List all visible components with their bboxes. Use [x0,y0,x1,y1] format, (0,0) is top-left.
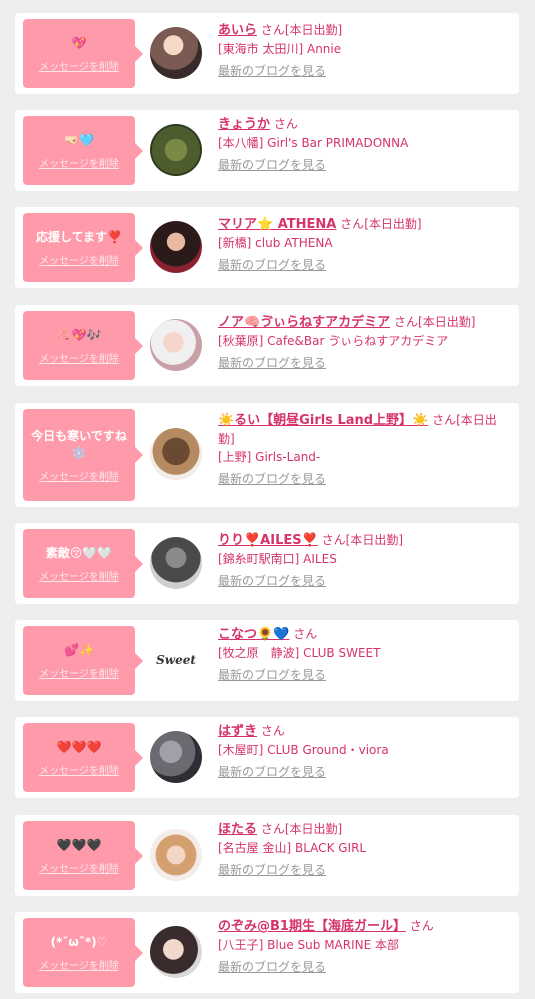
message-text: (*ˇωˇ*)♡ [50,934,108,949]
delete-message-link[interactable]: メッセージを削除 [39,252,119,267]
message-card: 応援してます❣️ メッセージを削除 マリア⭐ ATHENA さん[本日出勤] [… [15,207,519,288]
latest-blog-link[interactable]: 最新のブログを見る [218,256,513,274]
cast-name-link[interactable]: ☀️るい【朝昼Girls Land上野】☀️ [218,413,428,428]
san-label: さん [432,413,457,427]
delete-message-link[interactable]: メッセージを削除 [39,468,119,483]
shop-label: [新橋] club ATHENA [218,236,333,250]
message-text: 💕✨ [64,642,94,657]
message-bubble: 🤜🏻🩵 メッセージを削除 [23,116,143,185]
message-bubble: ❤️❤️❤️ メッセージを削除 [23,723,143,792]
shop-label: [錦糸町駅南口] AILES [218,552,337,566]
cast-name-link[interactable]: マリア⭐ ATHENA [218,217,336,232]
shop-label: [八王子] Blue Sub MARINE 本部 [218,938,400,952]
message-card: 🧠💖🎶 メッセージを削除 ノア🧠ゔぃらねすアカデミア さん[本日出勤] [秋葉原… [15,305,519,386]
cast-name-link[interactable]: りり❣️AILES❣️ [218,533,318,548]
cast-name-link[interactable]: ほたる [218,822,257,837]
message-card: 💕✨ メッセージを削除 Sweet こなつ🌻💙 さん [牧之原 静波] CLUB… [15,620,519,701]
message-text: ❤️❤️❤️ [56,739,102,754]
san-label: さん [260,724,285,738]
status-label: [本日出勤] [364,217,422,231]
message-card: 今日も寒いですね❄️ メッセージを削除 ☀️るい【朝昼Girls Land上野】… [15,403,519,507]
message-bubble: 今日も寒いですね❄️ メッセージを削除 [23,409,143,501]
delete-message-link[interactable]: メッセージを削除 [39,155,119,170]
avatar[interactable] [150,124,202,176]
shop-label: [上野] Girls-Land- [218,450,321,464]
san-label: さん [394,315,419,329]
avatar[interactable] [150,926,202,978]
san-label: さん [273,117,298,131]
latest-blog-link[interactable]: 最新のブログを見る [218,62,513,80]
latest-blog-link[interactable]: 最新のブログを見る [218,763,513,781]
message-bubble: (*ˇωˇ*)♡ メッセージを削除 [23,918,143,987]
status-label: [本日出勤] [418,315,476,329]
message-card: (*ˇωˇ*)♡ メッセージを削除 のぞみ@B1期生【海底ガール】 さん [八王… [15,912,519,993]
shop-label: [秋葉原] Cafe&Bar ゔぃらねすアカデミア [218,334,449,348]
message-text: 🧠💖🎶 [56,327,102,342]
shop-label: [牧之原 静波] CLUB SWEET [218,646,381,660]
message-bubble: 🖤🖤🖤 メッセージを削除 [23,821,143,890]
message-bubble: 💖 メッセージを削除 [23,19,143,88]
avatar[interactable] [150,537,202,589]
message-text: 💖 [71,35,87,50]
cast-name-link[interactable]: こなつ🌻💙 [218,627,289,642]
cast-name-link[interactable]: あいら [218,23,257,38]
message-bubble: 素敵😚🤍🤍 メッセージを削除 [23,529,143,598]
san-label: さん [260,23,285,37]
latest-blog-link[interactable]: 最新のブログを見る [218,354,513,372]
message-card: ❤️❤️❤️ メッセージを削除 はずき さん [木屋町] CLUB Ground… [15,717,519,798]
avatar[interactable] [150,829,202,881]
latest-blog-link[interactable]: 最新のブログを見る [218,861,513,879]
message-card: 🖤🖤🖤 メッセージを削除 ほたる さん[本日出勤] [名古屋 金山] BLACK… [15,815,519,896]
message-card: 🤜🏻🩵 メッセージを削除 きょうか さん [本八幡] Girl's Bar PR… [15,110,519,191]
club-sweet-logo: Sweet [156,653,196,667]
delete-message-link[interactable]: メッセージを削除 [39,860,119,875]
cast-name-link[interactable]: はずき [218,724,257,739]
message-text: 今日も寒いですね❄️ [31,428,127,460]
shop-label: [本八幡] Girl's Bar PRIMADONNA [218,136,409,150]
san-label: さん [340,217,365,231]
latest-blog-link[interactable]: 最新のブログを見る [218,156,513,174]
delete-message-link[interactable]: メッセージを削除 [39,665,119,680]
delete-message-link[interactable]: メッセージを削除 [39,350,119,365]
message-bubble: 🧠💖🎶 メッセージを削除 [23,311,143,380]
message-text: 応援してます❣️ [36,229,122,244]
avatar[interactable] [150,428,202,480]
message-bubble: 💕✨ メッセージを削除 [23,626,143,695]
san-label: さん [293,627,318,641]
san-label: さん [321,533,346,547]
message-bubble: 応援してます❣️ メッセージを削除 [23,213,143,282]
message-card: 💖 メッセージを削除 あいら さん[本日出勤] [東海市 太田川] Annie … [15,13,519,94]
avatar[interactable] [150,319,202,371]
avatar[interactable]: Sweet [150,634,202,686]
status-label: [本日出勤] [345,533,404,547]
shop-label: [東海市 太田川] Annie [218,42,342,56]
status-label: [本日出勤] [284,822,343,836]
latest-blog-link[interactable]: 最新のブログを見る [218,666,513,684]
status-label: [本日出勤] [284,23,343,37]
cast-name-link[interactable]: のぞみ@B1期生【海底ガール】 [218,919,406,934]
delete-message-link[interactable]: メッセージを削除 [39,58,119,73]
shop-label: [名古屋 金山] BLACK GIRL [218,841,367,855]
avatar[interactable] [150,221,202,273]
cast-name-link[interactable]: きょうか [218,117,270,132]
delete-message-link[interactable]: メッセージを削除 [39,957,119,972]
cast-name-link[interactable]: ノア🧠ゔぃらねすアカデミア [218,315,390,330]
message-text: 🖤🖤🖤 [56,837,102,852]
message-card: 素敵😚🤍🤍 メッセージを削除 りり❣️AILES❣️ さん[本日出勤] [錦糸町… [15,523,519,604]
message-text: 素敵😚🤍🤍 [45,545,113,560]
san-label: さん [409,919,434,933]
latest-blog-link[interactable]: 最新のブログを見る [218,958,513,976]
delete-message-link[interactable]: メッセージを削除 [39,762,119,777]
avatar[interactable] [150,27,202,79]
shop-label: [木屋町] CLUB Ground・viora [218,743,389,757]
delete-message-link[interactable]: メッセージを削除 [39,568,119,583]
latest-blog-link[interactable]: 最新のブログを見る [218,572,513,590]
avatar[interactable] [150,731,202,783]
message-text: 🤜🏻🩵 [64,132,94,147]
latest-blog-link[interactable]: 最新のブログを見る [218,470,513,488]
san-label: さん [260,822,285,836]
